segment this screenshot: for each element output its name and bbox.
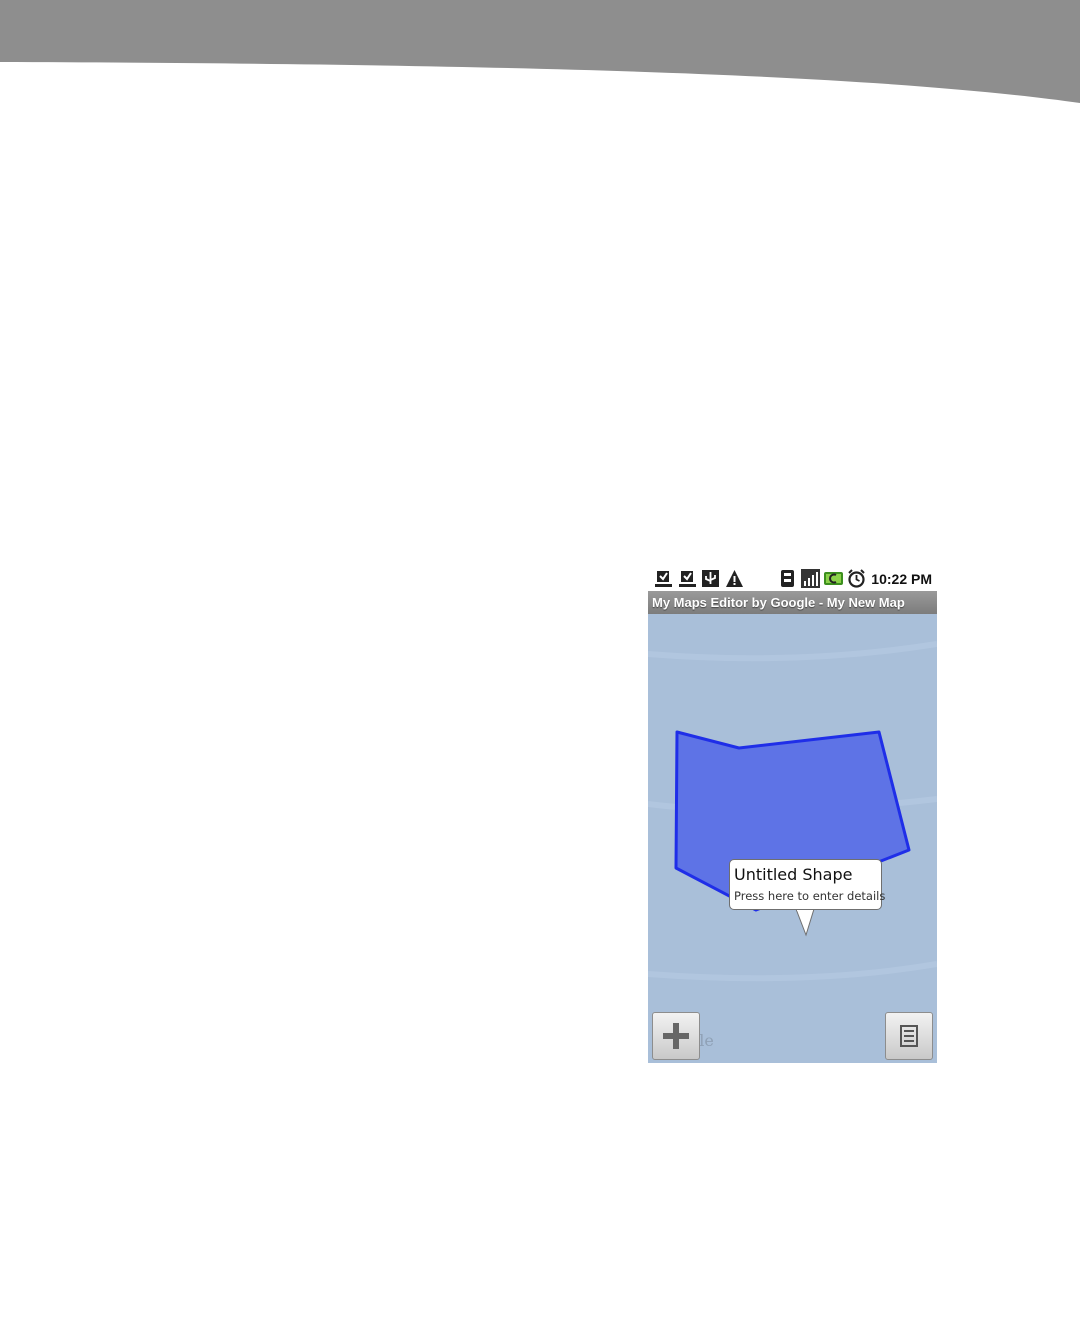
usb-icon — [702, 570, 719, 587]
download-icon — [655, 571, 672, 587]
signal-icon — [801, 569, 820, 588]
callout-title: Untitled Shape — [734, 865, 853, 884]
menu-button[interactable] — [885, 1012, 933, 1060]
sd-card-icon — [781, 570, 794, 587]
add-button[interactable] — [652, 1012, 700, 1060]
map-view[interactable]: Untitled Shape Press here to enter detai… — [648, 614, 937, 1063]
warning-icon — [726, 570, 743, 587]
page-header-band — [0, 0, 1080, 103]
app-title: My Maps Editor by Google - My New Map — [652, 595, 905, 610]
alarm-icon — [848, 569, 865, 588]
download-icon — [679, 571, 696, 587]
map-canvas — [648, 641, 937, 982]
status-time: 10:22 PM — [871, 571, 932, 587]
status-bar: 10:22 PM — [648, 566, 937, 591]
list-icon — [900, 1025, 918, 1047]
phone-screen: 10:22 PM My Maps Editor by Google - My N… — [648, 566, 937, 1063]
plus-icon — [663, 1023, 689, 1049]
shape-callout[interactable]: Untitled Shape Press here to enter detai… — [729, 859, 886, 910]
app-title-bar: My Maps Editor by Google - My New Map — [648, 591, 937, 614]
battery-icon — [824, 572, 843, 585]
callout-subtitle: Press here to enter details — [734, 889, 886, 903]
callout-pointer — [795, 909, 815, 937]
